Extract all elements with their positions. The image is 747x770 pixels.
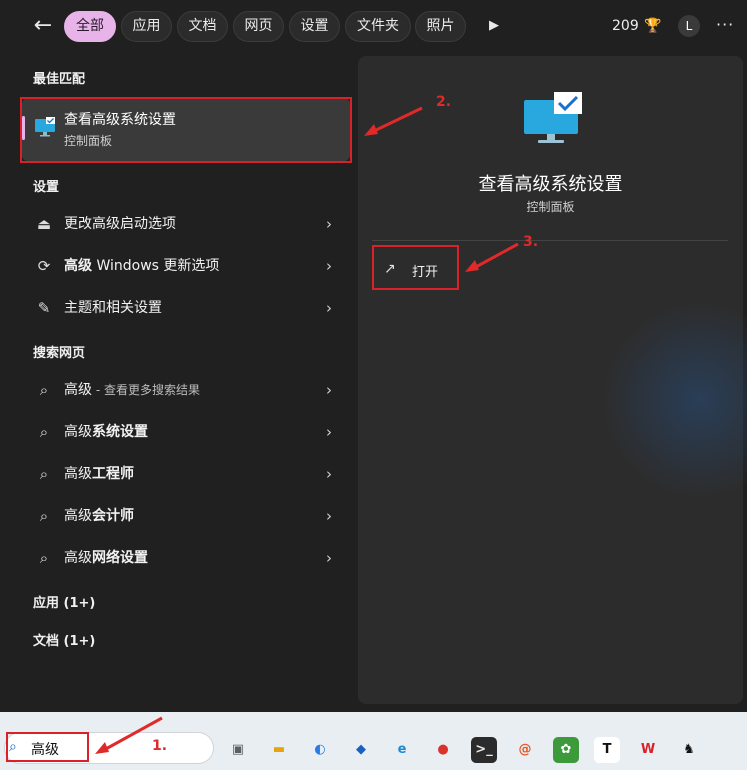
recovery-icon: ⏏ [36, 215, 52, 233]
list-item-label: 高级工程师 [64, 466, 134, 482]
chevron-right-icon: › [326, 257, 332, 275]
spiral-app-icon[interactable]: @ [512, 737, 538, 763]
tab-all[interactable]: 全部 [64, 11, 116, 42]
typora-icon[interactable]: T [594, 737, 620, 763]
annotation-step-3: 3. [523, 234, 539, 250]
sync-icon: ⟳ [37, 257, 51, 275]
chevron-right-icon: › [326, 381, 332, 399]
chevron-right-icon: › [326, 215, 332, 233]
file-explorer-icon[interactable]: ▬ [266, 737, 292, 763]
web-result-more[interactable]: ⌕ 高级 - 查看更多搜索结果 › [22, 370, 350, 410]
annotation-arrow-1 [95, 716, 163, 754]
system-settings-large-icon [524, 92, 582, 143]
chevron-right-icon: › [326, 507, 332, 525]
play-icon[interactable]: ▶ [484, 15, 504, 37]
settings-heading: 设置 [33, 180, 60, 195]
green-app-icon[interactable]: ✿ [553, 737, 579, 763]
preview-subtitle: 控制面板 [526, 200, 575, 214]
tab-web[interactable]: 网页 [233, 11, 284, 42]
tab-settings[interactable]: 设置 [289, 11, 340, 42]
chevron-right-icon: › [326, 465, 332, 483]
browser-circle-icon[interactable]: ◐ [307, 737, 333, 763]
list-item-advanced-startup[interactable]: ⏏ 更改高级启动选项 › [22, 204, 350, 244]
web-result-system-settings[interactable]: ⌕ 高级系统设置 › [22, 412, 350, 452]
search-icon: ⌕ [39, 465, 49, 483]
chevron-right-icon: › [326, 299, 332, 317]
list-item-label: 高级 - 查看更多搜索结果 [64, 382, 200, 398]
rewards-points[interactable]: 209 [612, 15, 639, 37]
preview-title: 查看高级系统设置 [478, 174, 623, 195]
documents-group-heading[interactable]: 文档 (1+) [33, 630, 95, 649]
list-item-windows-update[interactable]: ⟳ 高级 Windows 更新选项 › [22, 246, 350, 286]
filter-bar: ← 全部 应用 文档 网页 设置 文件夹 照片 ▶ 209 🏆 L ··· [0, 0, 747, 54]
tab-folders[interactable]: 文件夹 [345, 11, 411, 42]
search-icon: ⌕ [39, 423, 49, 441]
tab-photos[interactable]: 照片 [415, 11, 466, 42]
store-icon[interactable]: ◆ [348, 737, 374, 763]
list-item-label: 主题和相关设置 [64, 300, 162, 316]
list-item-label: 高级网络设置 [64, 550, 148, 566]
list-item-label: 高级会计师 [64, 508, 134, 524]
terminal-icon[interactable]: >_ [471, 737, 497, 763]
annotation-arrow-2 [364, 106, 423, 136]
tab-documents[interactable]: 文档 [177, 11, 228, 42]
apps-group-heading[interactable]: 应用 (1+) [33, 592, 95, 611]
list-item-label: 更改高级启动选项 [64, 216, 176, 232]
annotation-step-2: 2. [436, 94, 452, 110]
annotation-box-3 [372, 245, 459, 290]
annotation-box-2 [20, 97, 352, 163]
task-view-icon[interactable]: ▣ [225, 737, 251, 763]
search-icon: ⌕ [39, 507, 49, 525]
chrome-icon[interactable]: ● [430, 737, 456, 763]
back-arrow-icon[interactable]: ← [30, 13, 56, 39]
web-result-accountant[interactable]: ⌕ 高级会计师 › [22, 496, 350, 536]
trophy-icon[interactable]: 🏆 [644, 15, 661, 37]
search-panel: ← 全部 应用 文档 网页 设置 文件夹 照片 ▶ 209 🏆 L ··· 最佳… [0, 0, 747, 712]
list-item-label: 高级 Windows 更新选项 [64, 258, 220, 274]
preview-pane: 查看高级系统设置 控制面板 ↗ 打开 [358, 56, 743, 704]
best-match-heading: 最佳匹配 [33, 72, 86, 87]
web-result-network-settings[interactable]: ⌕ 高级网络设置 › [22, 538, 350, 578]
annotation-box-1 [6, 732, 89, 762]
list-item-themes[interactable]: ✎ 主题和相关设置 › [22, 288, 350, 328]
avatar[interactable]: L [678, 15, 700, 37]
brush-icon: ✎ [37, 299, 51, 317]
search-icon: ⌕ [39, 549, 49, 567]
search-icon: ⌕ [39, 381, 49, 399]
web-result-engineer[interactable]: ⌕ 高级工程师 › [22, 454, 350, 494]
chevron-right-icon: › [326, 423, 332, 441]
web-search-heading: 搜索网页 [33, 346, 86, 361]
more-options-icon[interactable]: ··· [716, 13, 734, 37]
annotation-arrow-3 [465, 242, 519, 272]
tab-apps[interactable]: 应用 [121, 11, 172, 42]
wps-icon[interactable]: W [635, 737, 661, 763]
list-item-label: 高级系统设置 [64, 424, 148, 440]
alpaca-app-icon[interactable]: ♞ [676, 737, 702, 763]
chevron-right-icon: › [326, 549, 332, 567]
divider [372, 240, 728, 241]
edge-icon[interactable]: e [389, 737, 415, 763]
